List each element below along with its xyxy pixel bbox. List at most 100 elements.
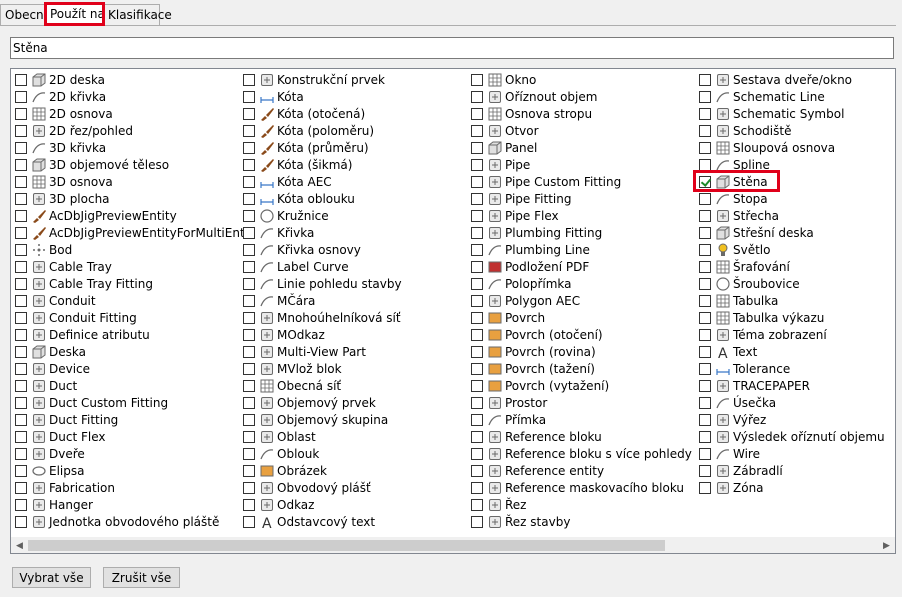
list-item[interactable]: Zóna	[699, 479, 885, 496]
list-item[interactable]: Schodiště	[699, 122, 885, 139]
item-checkbox[interactable]	[15, 498, 27, 511]
list-item[interactable]: Fabrication	[15, 479, 251, 496]
list-item[interactable]: Obecná síť	[243, 377, 402, 394]
list-item[interactable]: Přímka	[471, 411, 692, 428]
list-item[interactable]: Polygon AEC	[471, 292, 692, 309]
list-item[interactable]: Pipe Flex	[471, 207, 692, 224]
horizontal-scrollbar[interactable]: ◀ ▶	[11, 536, 895, 553]
item-checkbox[interactable]	[15, 141, 27, 154]
item-checkbox[interactable]	[699, 379, 711, 392]
item-checkbox[interactable]	[243, 226, 255, 239]
list-item[interactable]: A Text	[699, 343, 885, 360]
list-item[interactable]: Reference bloku s více pohledy	[471, 445, 692, 462]
list-item[interactable]: Stopa	[699, 190, 885, 207]
list-item[interactable]: Schematic Line	[699, 88, 885, 105]
item-checkbox[interactable]	[15, 413, 27, 426]
list-item[interactable]: Křivka	[243, 224, 402, 241]
item-checkbox[interactable]	[243, 396, 255, 409]
list-item[interactable]: Device	[15, 360, 251, 377]
item-checkbox[interactable]	[471, 260, 483, 273]
item-checkbox[interactable]	[243, 209, 255, 222]
list-item[interactable]: Dveře	[15, 445, 251, 462]
list-item[interactable]: Povrch (otočení)	[471, 326, 692, 343]
list-item[interactable]: Okno	[471, 71, 692, 88]
item-checkbox[interactable]	[699, 124, 711, 137]
item-checkbox[interactable]	[243, 413, 255, 426]
list-item[interactable]: Tolerance	[699, 360, 885, 377]
item-checkbox[interactable]	[699, 158, 711, 171]
scroll-left-icon[interactable]: ◀	[11, 537, 28, 553]
item-checkbox[interactable]	[699, 413, 711, 426]
list-item[interactable]: Kružnice	[243, 207, 402, 224]
list-item[interactable]: Schematic Symbol	[699, 105, 885, 122]
list-item[interactable]: Cable Tray Fitting	[15, 275, 251, 292]
list-item[interactable]: Mnohoúhelníková síť	[243, 309, 402, 326]
item-checkbox[interactable]	[243, 345, 255, 358]
list-item[interactable]: Kóta (šikmá)	[243, 156, 402, 173]
item-checkbox[interactable]	[15, 328, 27, 341]
item-checkbox[interactable]	[699, 447, 711, 460]
list-item[interactable]: Zábradlí	[699, 462, 885, 479]
item-checkbox[interactable]	[15, 158, 27, 171]
item-checkbox[interactable]	[243, 260, 255, 273]
item-checkbox[interactable]	[15, 90, 27, 103]
item-checkbox[interactable]	[471, 379, 483, 392]
list-item[interactable]: Objemový skupina	[243, 411, 402, 428]
item-checkbox[interactable]	[15, 345, 27, 358]
list-item[interactable]: Kóta (průměru)	[243, 139, 402, 156]
item-checkbox[interactable]	[471, 90, 483, 103]
list-item[interactable]: 3D osnova	[15, 173, 251, 190]
list-item[interactable]: Definice atributu	[15, 326, 251, 343]
tab-classification[interactable]: Klasifikace	[103, 4, 172, 26]
list-item[interactable]: Duct	[15, 377, 251, 394]
item-checkbox[interactable]	[243, 192, 255, 205]
list-item[interactable]: Panel	[471, 139, 692, 156]
list-item[interactable]: Plumbing Line	[471, 241, 692, 258]
list-item[interactable]: TRACEPAPER	[699, 377, 885, 394]
list-item[interactable]: Tabulka	[699, 292, 885, 309]
item-checkbox[interactable]	[699, 396, 711, 409]
clear-all-button[interactable]: Zrušit vše	[103, 567, 180, 588]
item-checkbox[interactable]	[15, 209, 27, 222]
item-checkbox[interactable]	[243, 447, 255, 460]
list-item[interactable]: 3D plocha	[15, 190, 251, 207]
item-checkbox[interactable]	[15, 379, 27, 392]
item-checkbox[interactable]	[699, 260, 711, 273]
list-item[interactable]: Podložení PDF	[471, 258, 692, 275]
list-item[interactable]: Řez	[471, 496, 692, 513]
item-checkbox[interactable]	[699, 328, 711, 341]
item-checkbox[interactable]	[15, 277, 27, 290]
list-item[interactable]: Obrázek	[243, 462, 402, 479]
item-checkbox[interactable]	[15, 73, 27, 86]
list-item[interactable]: Elipsa	[15, 462, 251, 479]
list-item[interactable]: Odkaz	[243, 496, 402, 513]
scroll-right-icon[interactable]: ▶	[878, 537, 895, 553]
item-checkbox[interactable]	[699, 311, 711, 324]
item-checkbox[interactable]	[243, 379, 255, 392]
list-item[interactable]: Conduit Fitting	[15, 309, 251, 326]
item-checkbox[interactable]	[699, 362, 711, 375]
list-item[interactable]: Prostor	[471, 394, 692, 411]
item-checkbox[interactable]	[471, 158, 483, 171]
item-checkbox[interactable]	[15, 464, 27, 477]
tab-general[interactable]: Obecné	[0, 4, 51, 26]
list-item[interactable]: Cable Tray	[15, 258, 251, 275]
item-checkbox[interactable]	[471, 464, 483, 477]
item-checkbox[interactable]	[243, 158, 255, 171]
item-checkbox[interactable]	[243, 107, 255, 120]
list-item[interactable]: AcDbJigPreviewEntity	[15, 207, 251, 224]
item-checkbox[interactable]	[471, 328, 483, 341]
list-item[interactable]: Povrch (vytažení)	[471, 377, 692, 394]
list-item[interactable]: MOdkaz	[243, 326, 402, 343]
list-item[interactable]: Duct Custom Fitting	[15, 394, 251, 411]
list-item[interactable]: Deska	[15, 343, 251, 360]
list-item[interactable]: Výsledek oříznutí objemu	[699, 428, 885, 445]
item-checkbox[interactable]	[243, 141, 255, 154]
list-item[interactable]: Pipe Fitting	[471, 190, 692, 207]
list-item[interactable]: Hanger	[15, 496, 251, 513]
select-all-button[interactable]: Vybrat vše	[12, 567, 91, 588]
list-item[interactable]: Sestava dveře/okno	[699, 71, 885, 88]
list-item[interactable]: 2D osnova	[15, 105, 251, 122]
list-item[interactable]: Duct Flex	[15, 428, 251, 445]
tab-apply-to[interactable]: Použít na	[45, 3, 105, 26]
